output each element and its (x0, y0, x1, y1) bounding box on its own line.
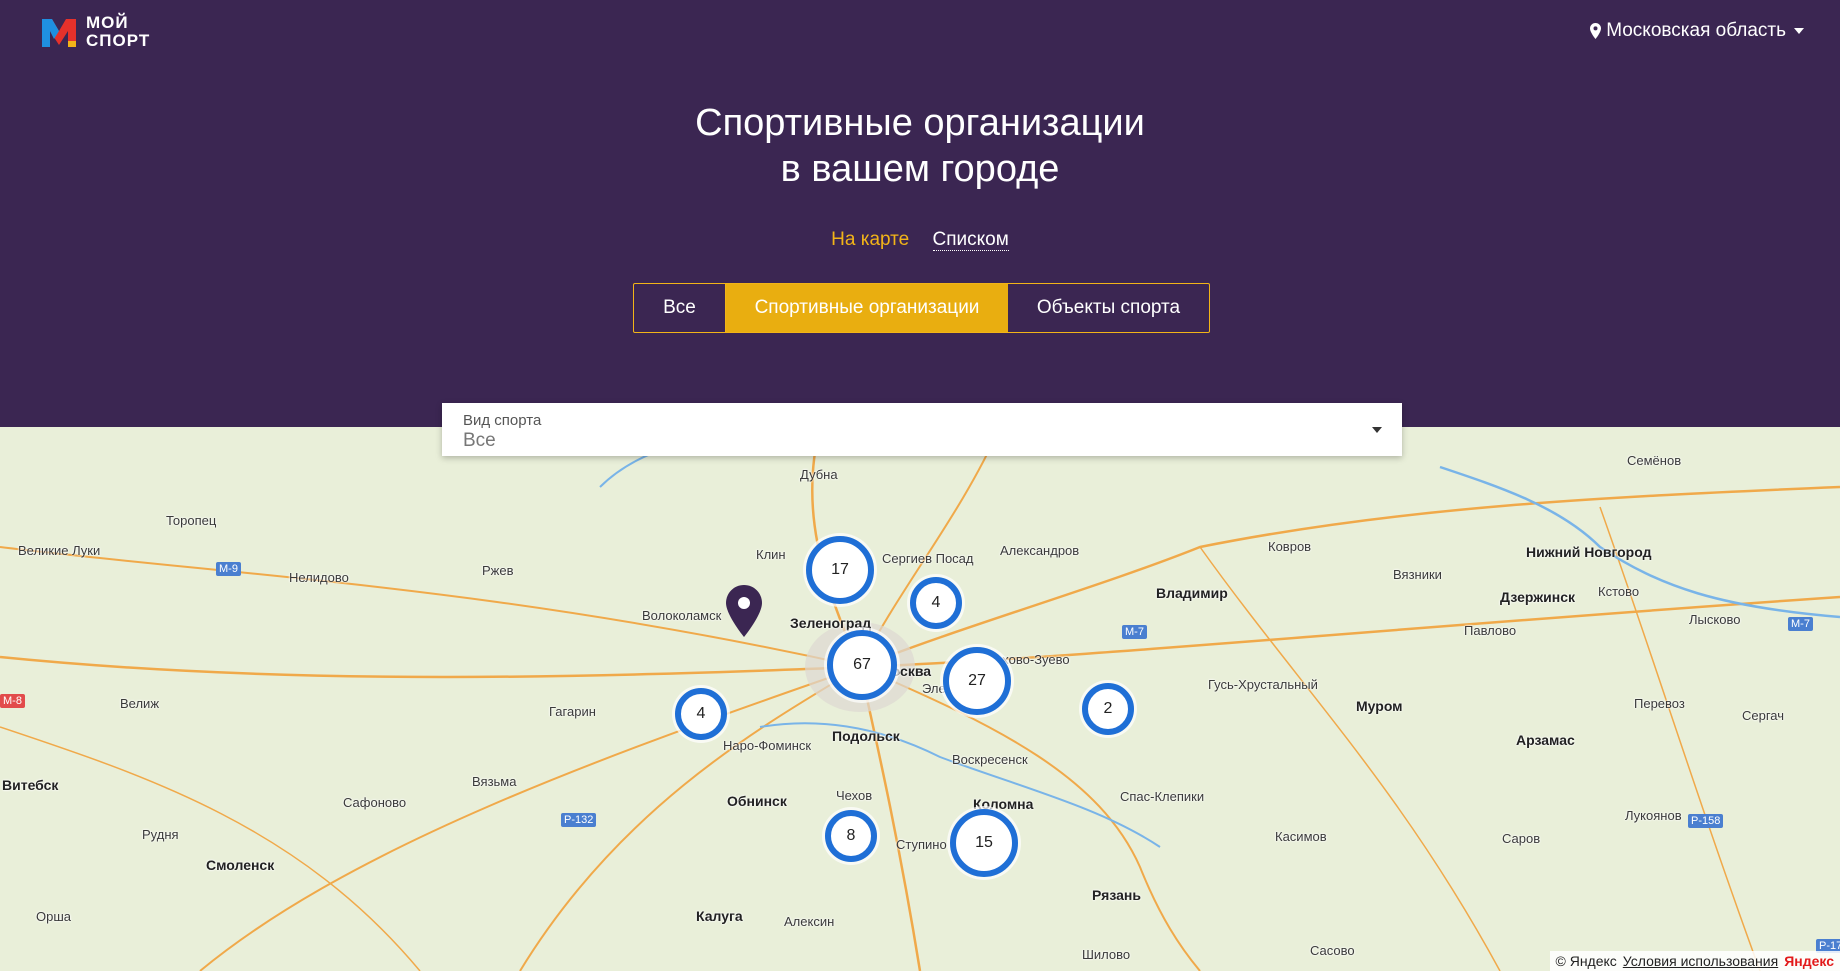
map-city-label: Рязань (1092, 887, 1141, 903)
view-map-tab[interactable]: На карте (831, 229, 909, 250)
map-view[interactable]: Торопец Великие Луки Нелидово Ржев Клин … (0, 427, 1840, 971)
map-city-label: Владимир (1156, 585, 1228, 601)
segment-sport-objects[interactable]: Объекты спорта (1008, 284, 1209, 332)
map-city-label: Сасово (1310, 943, 1355, 958)
segment-all[interactable]: Все (634, 284, 726, 332)
yandex-logo[interactable]: Яндекс (1784, 953, 1834, 969)
location-pin-icon (1590, 23, 1602, 39)
region-selector[interactable]: Московская область (1590, 20, 1804, 42)
highway-shield: М-7 (1122, 625, 1147, 639)
map-cluster[interactable]: 67 (827, 630, 897, 700)
map-city-label: Чехов (836, 788, 873, 803)
sport-type-select[interactable]: Вид спорта Все (442, 403, 1402, 456)
map-city-label: Лысково (1689, 612, 1741, 627)
chevron-down-icon (1372, 427, 1382, 433)
map-city-label: Наро-Фоминск (723, 738, 812, 753)
map-city-label: Воскресенск (952, 752, 1028, 767)
map-city-label: Смоленск (206, 857, 275, 873)
map-attribution: © Яндекс Условия использования Яндекс (1549, 951, 1840, 971)
map-city-label: Семёнов (1627, 453, 1682, 468)
map-city-label: Зеленоград (790, 615, 872, 631)
map-city-label: Перевоз (1634, 696, 1685, 711)
map-city-label: Сафоново (343, 795, 407, 810)
map-cluster[interactable]: 17 (806, 536, 874, 604)
logo-m-icon (42, 19, 76, 47)
map-cluster[interactable]: 27 (943, 647, 1011, 715)
moy-sport-logo[interactable]: МОЙ СПОРТ (40, 14, 150, 50)
map-city-label: Касимов (1275, 829, 1327, 844)
map-city-label: Сергач (1742, 708, 1785, 723)
map-cluster[interactable]: 15 (950, 809, 1018, 877)
map-city-label: Александров (1000, 543, 1080, 558)
chevron-down-icon (1794, 28, 1804, 34)
map-city-label: Рудня (142, 827, 179, 842)
map-city-label: Подольск (832, 728, 900, 744)
map-city-label: Гагарин (549, 704, 596, 719)
map-city-label: Ковров (1268, 539, 1312, 554)
highway-shield: Р-132 (561, 813, 597, 827)
map-cluster[interactable]: 2 (1082, 683, 1134, 735)
map-city-label: Павлово (1464, 623, 1517, 638)
sport-type-value: Все (463, 430, 496, 451)
map-terms-link[interactable]: Условия использования (1623, 953, 1778, 969)
map-city-label: Кстово (1598, 584, 1640, 599)
map-city-label: Нижний Новгород (1526, 544, 1652, 560)
highway-shield: М-9 (216, 562, 241, 576)
map-cluster[interactable]: 8 (825, 810, 877, 862)
map-city-label: Обнинск (727, 793, 787, 809)
map-city-label: Волоколамск (642, 608, 722, 623)
region-label: Московская область (1606, 20, 1786, 41)
map-city-label: Алексин (784, 914, 835, 929)
hero-header: МОЙ СПОРТ Московская область Спортивные … (0, 0, 1840, 427)
logo-line1: МОЙ (86, 13, 129, 32)
segment-sport-organizations[interactable]: Спортивные организации (726, 284, 1008, 332)
map-city-label: Вязники (1393, 567, 1442, 582)
map-city-label: Велиж (120, 696, 160, 711)
map-city-label: Клин (756, 547, 786, 562)
title-line-1: Спортивные организации (695, 102, 1145, 144)
map-city-label: Сергиев Посад (882, 551, 974, 566)
map-city-label: Калуга (696, 908, 743, 924)
map-city-label: Ступино (896, 837, 947, 852)
map-city-label: Гусь-Хрустальный (1208, 677, 1318, 692)
map-city-label: Витебск (2, 777, 59, 793)
map-city-label: Ржев (482, 563, 514, 578)
view-toggle: На карте Списком (0, 229, 1840, 251)
map-city-label: Муром (1356, 698, 1403, 714)
sport-type-label: Вид спорта (463, 412, 542, 429)
highway-shield: М-7 (1788, 617, 1813, 631)
view-list-tab[interactable]: Списком (932, 229, 1009, 251)
map-city-label: Торопец (166, 513, 217, 528)
map-copyright: © Яндекс (1555, 953, 1617, 969)
title-line-2: в вашем городе (780, 148, 1060, 190)
map-city-label: Нелидово (289, 570, 349, 585)
highway-shield: М-8 (0, 694, 25, 708)
map-city-label: Вязьма (472, 774, 517, 789)
logo-line2: СПОРТ (86, 31, 151, 50)
map-city-label: Спас-Клепики (1120, 789, 1205, 804)
map-city-label: Лукоянов (1625, 808, 1682, 823)
map-marker-icon[interactable] (726, 585, 762, 637)
map-cluster[interactable]: 4 (910, 577, 962, 629)
map-cluster[interactable]: 4 (675, 688, 727, 740)
map-city-label: Саров (1502, 831, 1541, 846)
map-city-label: Дзержинск (1500, 589, 1576, 605)
logo-text: МОЙ СПОРТ (86, 14, 150, 50)
map-city-label: Дубна (800, 467, 838, 482)
map-city-label: Великие Луки (18, 543, 101, 558)
page-title: Спортивные организации в вашем городе (0, 100, 1840, 192)
map-city-label: Арзамас (1516, 732, 1575, 748)
map-city-label: Орша (36, 909, 72, 924)
map-roads (0, 427, 1840, 971)
map-city-label: Шилово (1082, 947, 1131, 962)
category-segments: Все Спортивные организации Объекты спорт… (633, 283, 1210, 333)
highway-shield: Р-158 (1688, 814, 1724, 828)
